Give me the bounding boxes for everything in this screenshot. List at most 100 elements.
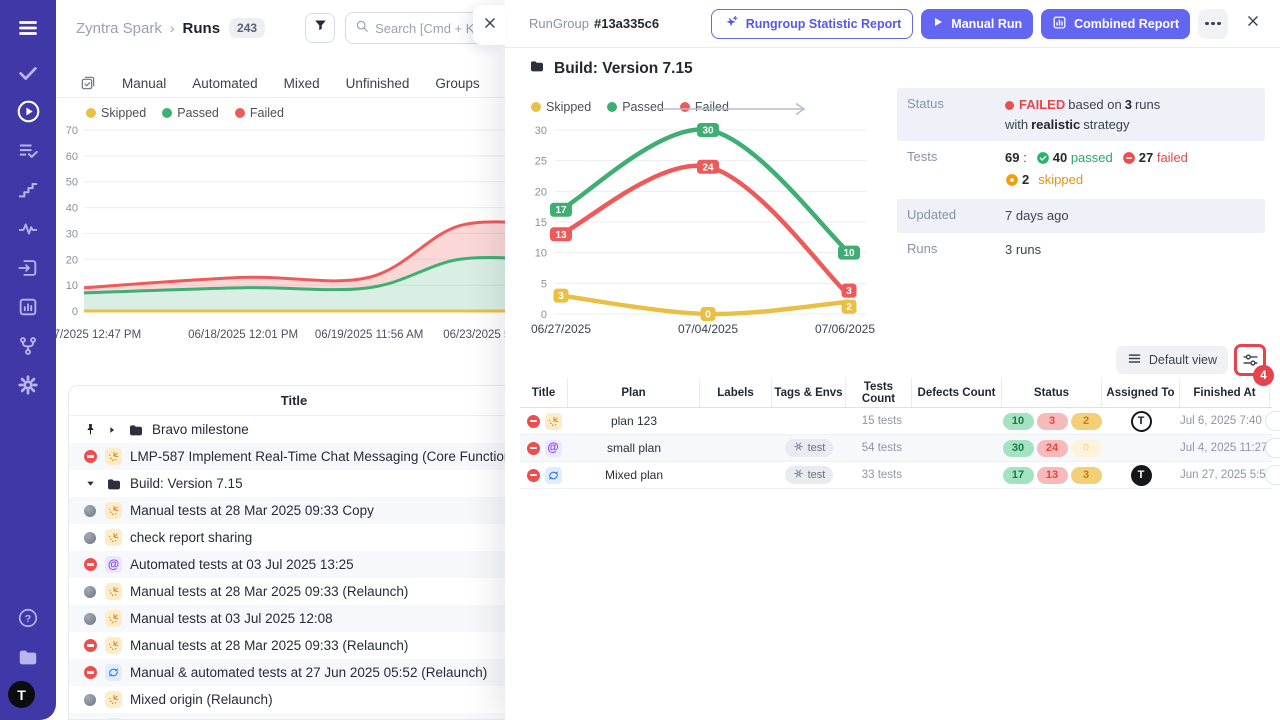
chevron-right-icon[interactable]: [105, 425, 119, 435]
runs-table-title-header: Title: [69, 386, 519, 416]
column-header-plan[interactable]: Plan: [568, 378, 700, 407]
svg-text:0: 0: [541, 309, 547, 321]
tests-count: 54 tests: [846, 435, 912, 461]
status-badge-yellow-faded: 0: [1071, 440, 1102, 457]
tab-mixed[interactable]: Mixed: [284, 76, 320, 91]
column-header-tests-count[interactable]: Tests Count: [846, 378, 912, 407]
tab-groups[interactable]: Groups: [435, 76, 479, 91]
runs-table-row[interactable]: Manual tests at 28 Mar 2025 09:33 Copy: [69, 497, 519, 524]
chevron-down-icon[interactable]: [83, 478, 97, 489]
legend-dot-icon: [86, 108, 96, 118]
sidebar-box-arrow-icon[interactable]: [8, 248, 48, 287]
group-run-row[interactable]: @small plantest54 tests30240Jul 4, 2025 …: [520, 435, 1272, 462]
column-header-labels[interactable]: Labels: [700, 378, 772, 407]
sidebar-folder-icon[interactable]: [8, 637, 48, 676]
column-header-status[interactable]: Status: [1002, 378, 1102, 407]
tags-cell: test: [772, 435, 846, 461]
sidebar-help-icon[interactable]: ?: [8, 598, 48, 637]
group-runs-table: TitlePlanLabelsTags & EnvsTests CountDef…: [520, 378, 1272, 489]
combined-report-button[interactable]: Combined Report: [1041, 9, 1190, 39]
select-all-icon[interactable]: [80, 75, 96, 91]
search-input[interactable]: [375, 21, 487, 36]
manual-run-button[interactable]: Manual Run: [921, 9, 1033, 39]
sidebar-steps-icon[interactable]: [8, 170, 48, 209]
runs-table-row[interactable]: @Automated tests at 03 Jul 2025 13:25: [69, 551, 519, 578]
runs-table-row[interactable]: Manual & automated tests at 27 Jun 2025 …: [69, 659, 519, 686]
status-value: FAILEDbased on3runs withrealisticstrateg…: [1005, 95, 1255, 134]
status-badges: 17133: [1002, 462, 1102, 488]
svg-text:40: 40: [66, 203, 78, 215]
runs-table-row[interactable]: [69, 713, 519, 720]
sidebar-pulse-icon[interactable]: [8, 209, 48, 248]
user-avatar[interactable]: T: [8, 681, 35, 708]
more-actions-button[interactable]: [1198, 9, 1228, 39]
legend-label: Skipped: [546, 100, 591, 114]
runs-table-row[interactable]: check report sharing: [69, 524, 519, 551]
run-title: Build: Version 7.15: [130, 476, 243, 491]
status-badge-green: 30: [1003, 440, 1034, 457]
group-run-row[interactable]: plan 12315 tests1032TJul 6, 2025 7:40: [520, 408, 1272, 435]
tab-unfinished[interactable]: Unfinished: [346, 76, 410, 91]
plan-name[interactable]: plan 123: [568, 408, 700, 434]
runs-table-row[interactable]: Build: Version 7.15: [69, 470, 519, 497]
group-run-row[interactable]: Mixed plantest33 tests17133TJun 27, 2025…: [520, 462, 1272, 489]
default-view-button[interactable]: Default view: [1116, 346, 1228, 374]
column-header-title[interactable]: Title: [520, 378, 568, 407]
x-tick-label: 06/19/2025 11:56 AM: [315, 329, 424, 341]
sidebar-list-check-icon[interactable]: [8, 131, 48, 170]
runs-table-row[interactable]: Manual tests at 28 Mar 2025 09:33 (Relau…: [69, 632, 519, 659]
breadcrumb-separator: ›: [170, 20, 175, 36]
bar-chart-icon: [1052, 15, 1067, 33]
tab-manual[interactable]: Manual: [122, 76, 166, 91]
rungroup-statistic-report-button[interactable]: Rungroup Statistic Report: [711, 9, 914, 39]
sidebar-branch-icon[interactable]: [8, 326, 48, 365]
defects-count: [912, 435, 1002, 461]
status-badges: 1032: [1002, 408, 1102, 434]
play-icon: [932, 16, 944, 31]
assignee-avatar[interactable]: T: [1131, 465, 1152, 486]
folder-run-icon: [127, 421, 144, 438]
plan-name[interactable]: small plan: [568, 435, 700, 461]
breadcrumb-project[interactable]: Zyntra Spark: [76, 20, 162, 37]
svg-text:24: 24: [702, 162, 714, 173]
runs-table-row[interactable]: Manual tests at 28 Mar 2025 09:33 (Relau…: [69, 578, 519, 605]
drawer-collapse-button[interactable]: [473, 5, 506, 45]
status-badge-green: 17: [1003, 467, 1034, 484]
svg-text:30: 30: [66, 228, 78, 240]
legend-label: Skipped: [101, 106, 146, 120]
sidebar-bar-chart-icon[interactable]: [8, 287, 48, 326]
tab-automated[interactable]: Automated: [192, 76, 257, 91]
run-title: Automated tests at 03 Jul 2025 13:25: [130, 557, 354, 572]
plan-name[interactable]: Mixed plan: [568, 462, 700, 488]
legend-label: Failed: [250, 106, 284, 120]
column-header-tags-envs[interactable]: Tags & Envs: [772, 378, 846, 407]
sidebar-check-icon[interactable]: [8, 53, 48, 92]
in-progress-status-icon: [83, 505, 97, 517]
failed-status-icon: [527, 415, 540, 428]
column-header-defects-count[interactable]: Defects Count: [912, 378, 1002, 407]
drawer-close-button[interactable]: [1238, 10, 1268, 38]
page-title: Runs: [183, 20, 221, 37]
defects-count: [912, 408, 1002, 434]
runs-table-row[interactable]: LMP-587 Implement Real-Time Chat Messagi…: [69, 443, 519, 470]
run-title: Mixed origin (Relaunch): [130, 692, 273, 707]
rungroup-label: RunGroup: [529, 16, 589, 31]
mixed-run-icon: [545, 467, 562, 484]
assigned-to: [1102, 435, 1180, 461]
runs-table-row[interactable]: Manual tests at 03 Jul 2025 12:08: [69, 605, 519, 632]
search-icon: [355, 19, 369, 38]
status-badges: 30240: [1002, 435, 1102, 461]
pin-icon[interactable]: [83, 423, 97, 436]
tests-count: 33 tests: [846, 462, 912, 488]
filter-button[interactable]: [305, 13, 335, 43]
column-header-assigned-to[interactable]: Assigned To: [1102, 378, 1180, 407]
runs-table-row[interactable]: Bravo milestone: [69, 416, 519, 443]
runs-table-row[interactable]: Mixed origin (Relaunch): [69, 686, 519, 713]
detail-row-runs: Runs 3 runs: [897, 233, 1265, 267]
sidebar-menu-icon[interactable]: [8, 8, 48, 47]
assignee-avatar[interactable]: T: [1131, 411, 1152, 432]
sidebar-gear-icon[interactable]: [8, 365, 48, 404]
sidebar-play-circle-icon[interactable]: [8, 92, 48, 131]
tags-cell: test: [772, 462, 846, 488]
svg-text:06/27/2025: 06/27/2025: [531, 322, 591, 336]
